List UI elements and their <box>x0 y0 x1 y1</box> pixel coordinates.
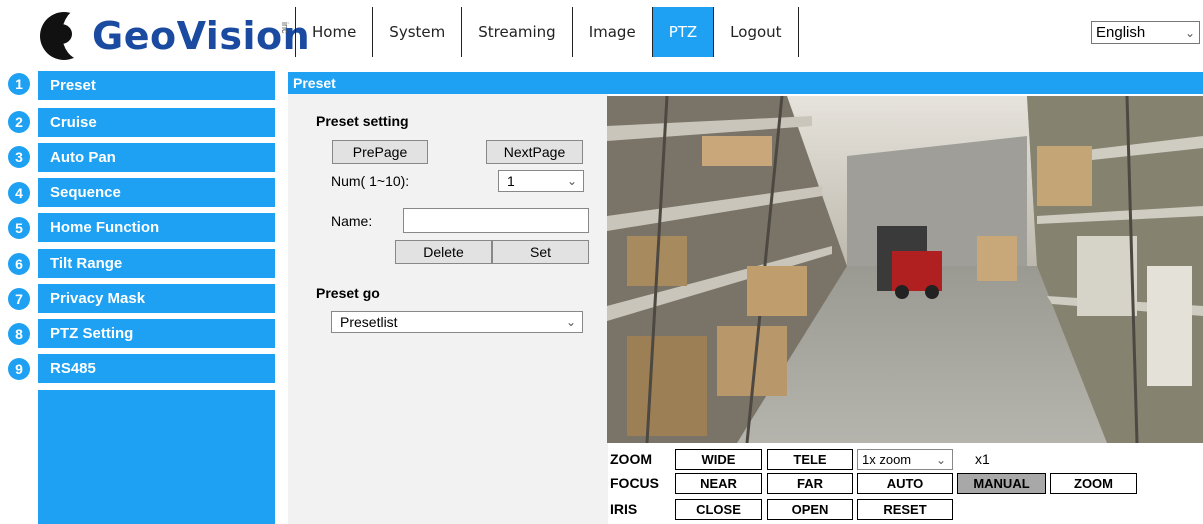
nextpage-button[interactable]: NextPage <box>486 140 583 164</box>
iris-open-button[interactable]: OPEN <box>767 499 853 520</box>
delete-button[interactable]: Delete <box>395 240 492 264</box>
camera-live-view[interactable] <box>607 96 1203 443</box>
zoom-select[interactable]: 1x zoom ⌄ <box>857 449 953 470</box>
language-value: English <box>1096 24 1146 41</box>
num-label: Num( 1~10): <box>331 173 410 189</box>
focus-zoom-button[interactable]: ZOOM <box>1050 473 1137 494</box>
language-select[interactable]: English ⌄ <box>1091 21 1200 44</box>
sidebar-item-tilt-range[interactable]: Tilt Range <box>38 249 275 278</box>
sidebar-item-sequence[interactable]: Sequence <box>38 178 275 207</box>
warehouse-scene-image <box>607 96 1203 443</box>
sidebar-item-privacy-mask[interactable]: Privacy Mask <box>38 284 275 313</box>
nav-streaming[interactable]: Streaming <box>461 7 571 57</box>
focus-label: FOCUS <box>610 475 659 491</box>
sidebar-num-5: 5 <box>8 217 30 239</box>
sidebar-num-9: 9 <box>8 358 30 380</box>
chevron-down-icon: ⌄ <box>566 174 577 188</box>
preset-list-value: Presetlist <box>340 314 398 330</box>
zoom-tele-button[interactable]: TELE <box>767 449 853 470</box>
sidebar-num-2: 2 <box>8 111 30 133</box>
sidebar-num-4: 4 <box>8 182 30 204</box>
geovision-logo: GeoVision inc <box>36 8 310 66</box>
nav-system[interactable]: System <box>372 7 461 57</box>
focus-near-button[interactable]: NEAR <box>675 473 762 494</box>
top-nav: Home System Streaming Image PTZ Logout <box>295 7 799 57</box>
focus-auto-button[interactable]: AUTO <box>857 473 953 494</box>
page-title: Preset <box>288 72 1203 94</box>
sidebar-item-rs485[interactable]: RS485 <box>38 354 275 383</box>
preset-go-heading: Preset go <box>316 285 380 301</box>
zoom-select-value: 1x zoom <box>862 452 912 467</box>
preset-list-select[interactable]: Presetlist ⌄ <box>331 311 583 333</box>
num-select[interactable]: 1 ⌄ <box>498 170 584 192</box>
focus-manual-button[interactable]: MANUAL <box>957 473 1046 494</box>
sidebar-item-auto-pan[interactable]: Auto Pan <box>38 143 275 172</box>
sidebar-num-8: 8 <box>8 323 30 345</box>
num-select-value: 1 <box>507 173 515 189</box>
sidebar-item-ptz-setting[interactable]: PTZ Setting <box>38 319 275 348</box>
zoom-label: ZOOM <box>610 451 652 467</box>
preset-setting-heading: Preset setting <box>316 113 409 129</box>
sidebar-num-1: 1 <box>8 73 30 95</box>
set-button[interactable]: Set <box>492 240 589 264</box>
logo-inc: inc <box>280 22 290 34</box>
sidebar-num-6: 6 <box>8 253 30 275</box>
name-label: Name: <box>331 213 373 229</box>
zoom-wide-button[interactable]: WIDE <box>675 449 762 470</box>
sidebar-filler <box>38 390 275 524</box>
chevron-down-icon: ⌄ <box>565 315 576 329</box>
sidebar-item-home-function[interactable]: Home Function <box>38 213 275 242</box>
nav-image[interactable]: Image <box>571 7 652 57</box>
sidebar-item-cruise[interactable]: Cruise <box>38 108 275 137</box>
prepage-button[interactable]: PrePage <box>332 140 428 164</box>
logo-text: GeoVision <box>92 14 311 58</box>
sidebar-num-7: 7 <box>8 288 30 310</box>
zoom-level-value: x1 <box>975 451 990 467</box>
nav-ptz[interactable]: PTZ <box>651 7 714 57</box>
chevron-down-icon: ⌄ <box>935 452 946 467</box>
chevron-down-icon: ⌄ <box>1184 25 1195 40</box>
focus-far-button[interactable]: FAR <box>767 473 853 494</box>
nav-logout[interactable]: Logout <box>713 7 799 57</box>
logo-dot <box>50 24 72 44</box>
name-input[interactable] <box>403 208 589 233</box>
sidebar-item-preset[interactable]: Preset <box>38 71 275 100</box>
iris-reset-button[interactable]: RESET <box>857 499 953 520</box>
iris-close-button[interactable]: CLOSE <box>675 499 762 520</box>
nav-home[interactable]: Home <box>295 7 372 57</box>
sidebar-num-3: 3 <box>8 146 30 168</box>
iris-label: IRIS <box>610 501 638 517</box>
